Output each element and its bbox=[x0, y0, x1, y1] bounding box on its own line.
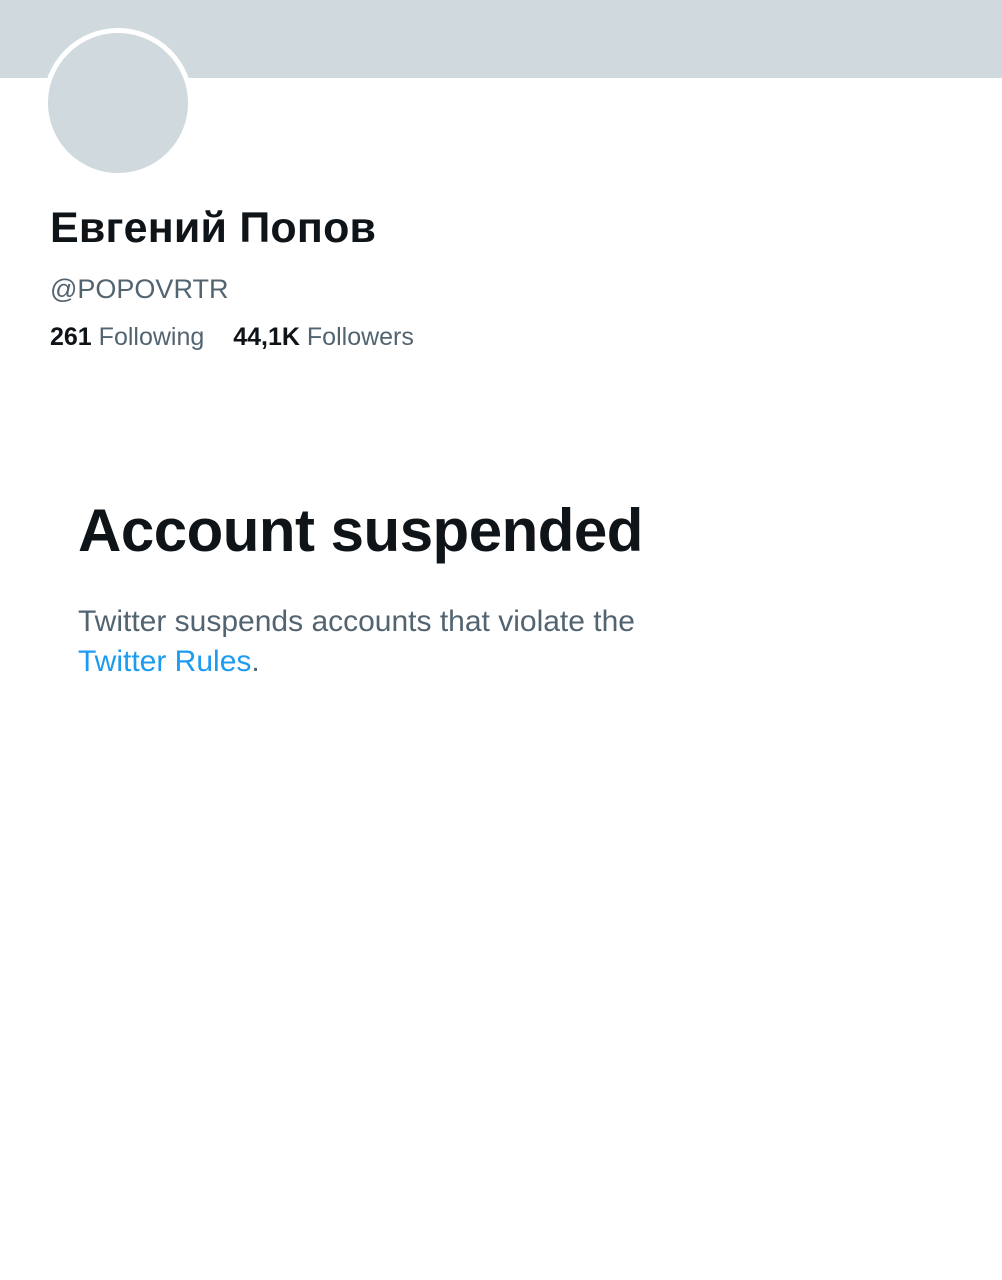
twitter-rules-link[interactable]: Twitter Rules bbox=[78, 645, 251, 678]
following-count: 261 bbox=[50, 323, 92, 351]
suspension-description-period: . bbox=[251, 645, 260, 678]
suspension-title: Account suspended bbox=[78, 497, 643, 564]
user-handle: @POPOVRTR bbox=[50, 274, 229, 304]
followers-label: Followers bbox=[306, 323, 414, 351]
suspension-description-text: Twitter suspends accounts that violate t… bbox=[78, 605, 635, 638]
following-label: Following bbox=[98, 323, 205, 351]
suspension-description: Twitter suspends accounts that violate t… bbox=[78, 602, 778, 682]
followers-link[interactable]: 44,1K Followers bbox=[233, 323, 414, 352]
follow-stats: 261 Following 44,1K Followers bbox=[50, 323, 436, 352]
following-link[interactable]: 261 Following bbox=[50, 323, 204, 352]
followers-count: 44,1K bbox=[233, 323, 300, 351]
avatar[interactable] bbox=[43, 28, 193, 178]
display-name: Евгений Попов bbox=[50, 204, 377, 252]
